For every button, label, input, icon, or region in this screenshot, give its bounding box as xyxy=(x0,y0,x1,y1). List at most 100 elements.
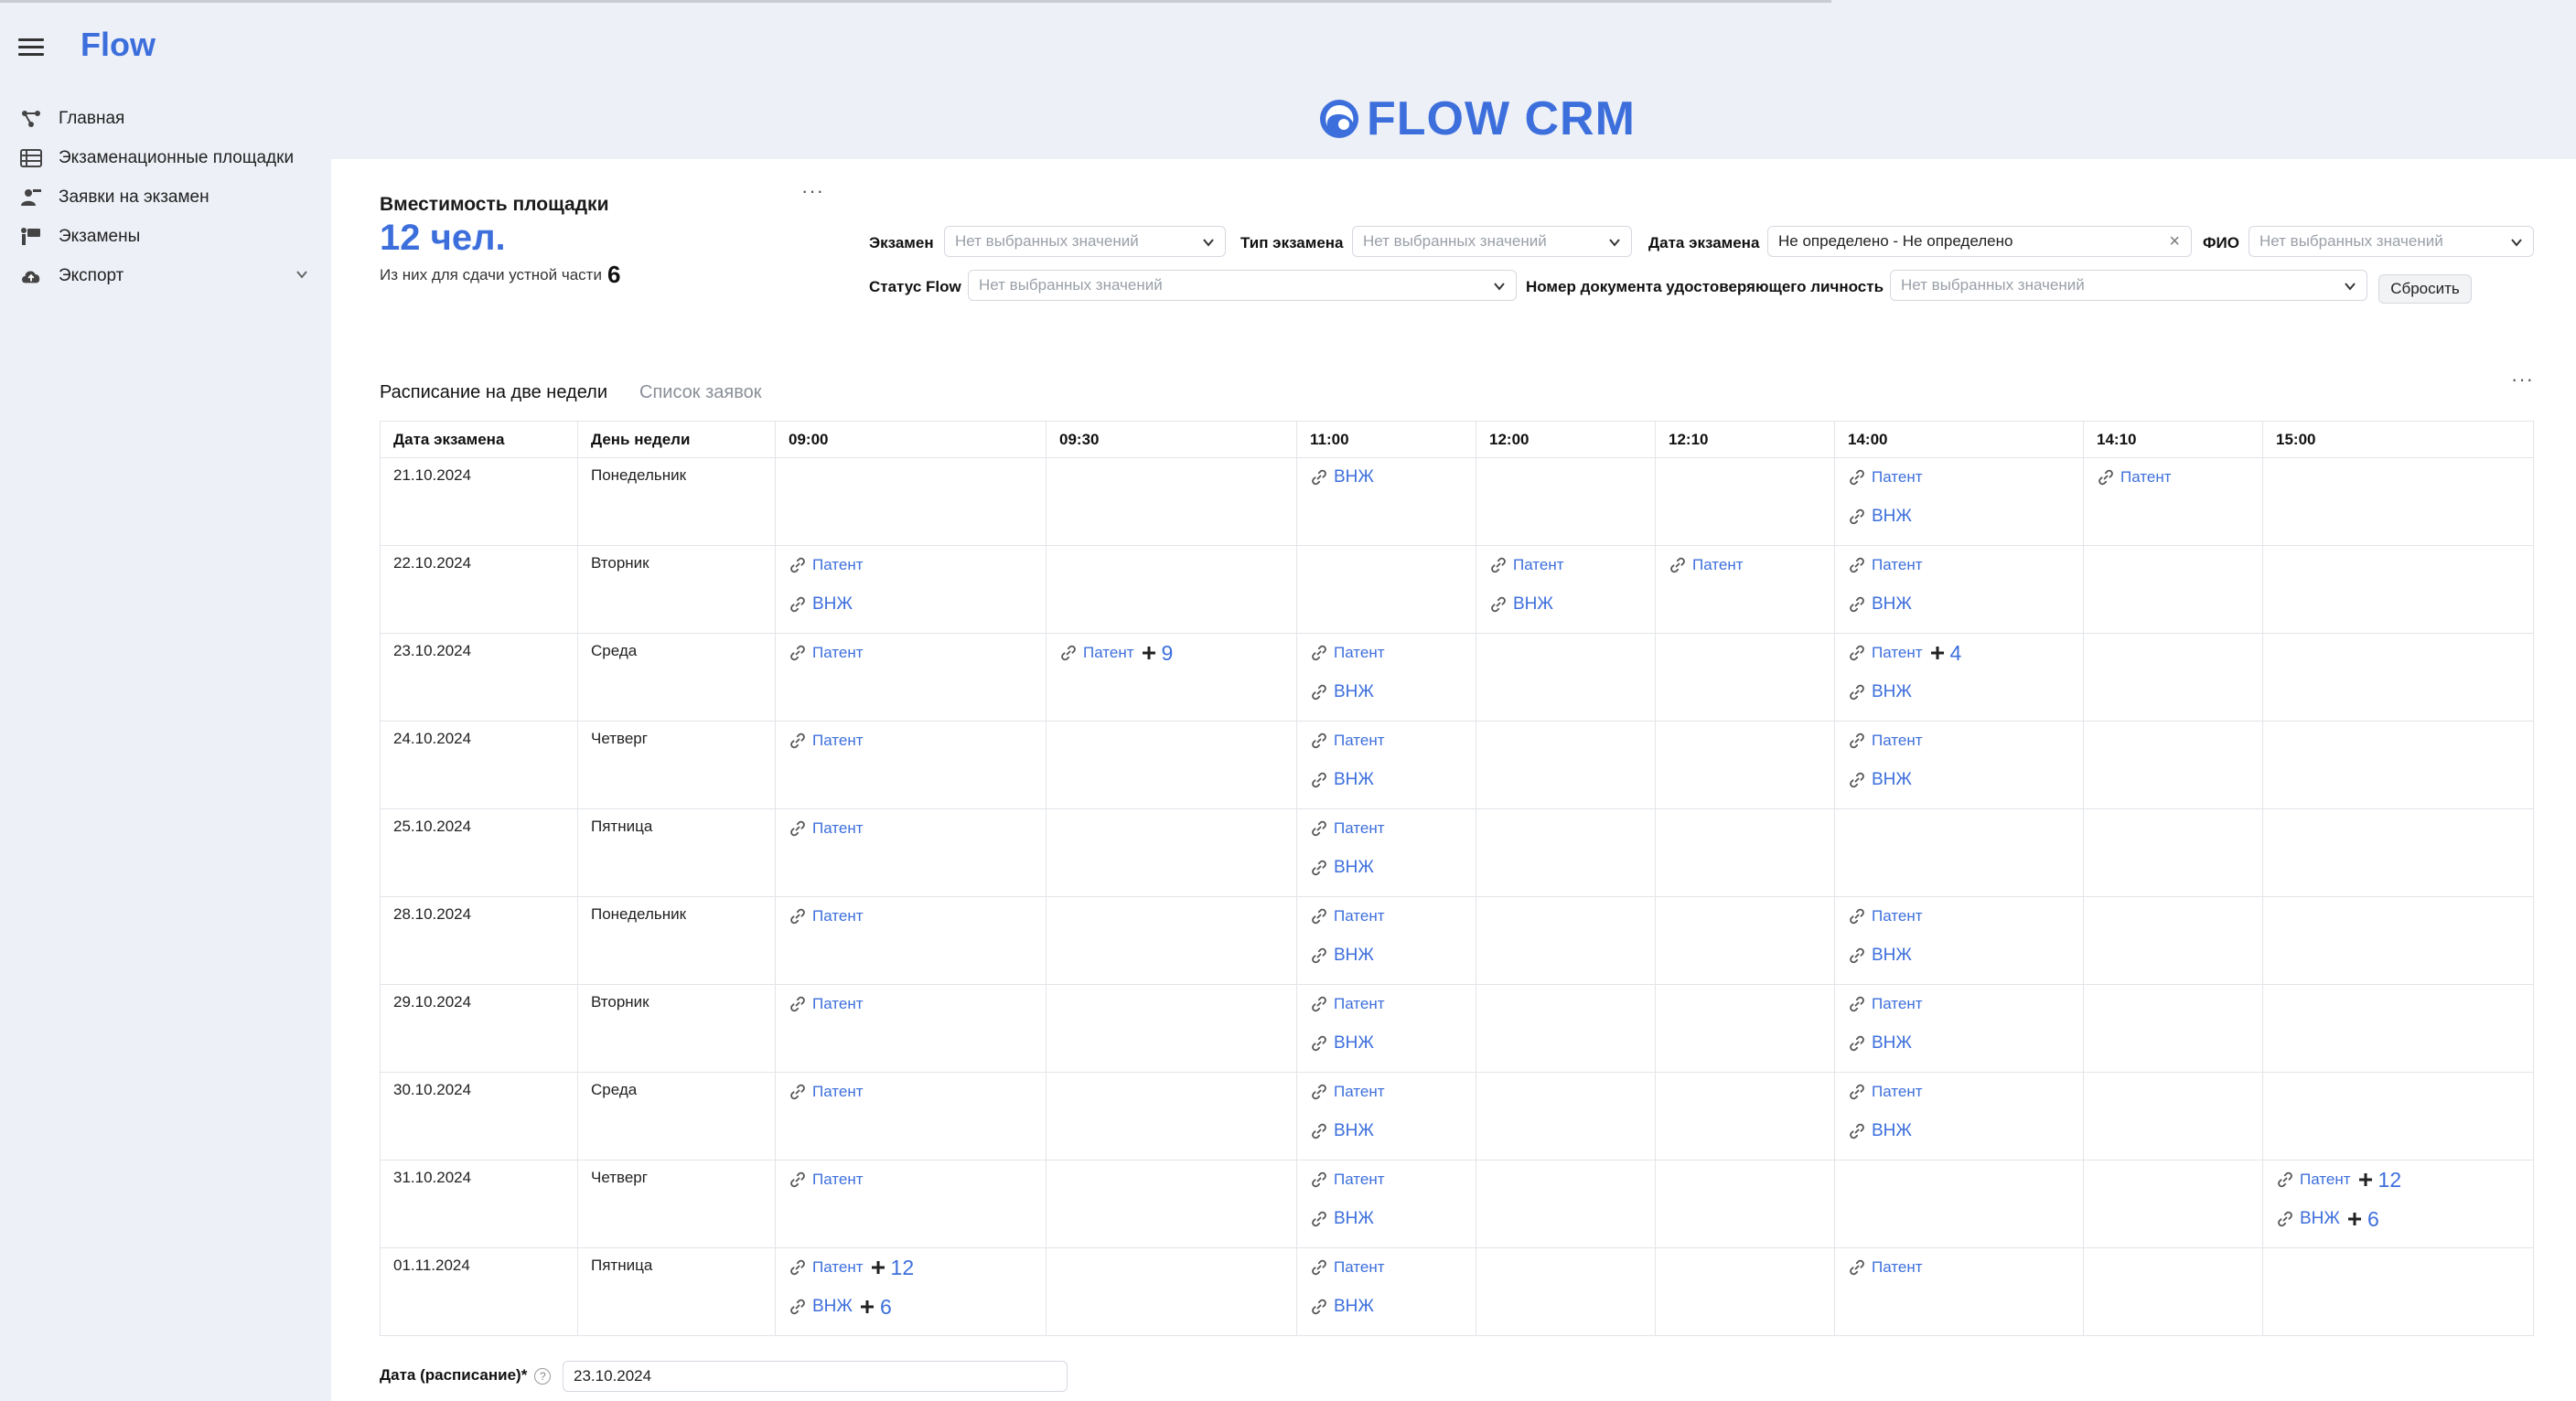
exam-slot-link[interactable]: Патент xyxy=(789,993,1033,1015)
sidebar-item-export[interactable]: Экспорт xyxy=(0,256,329,295)
flow-status-filter-select[interactable]: Нет выбранных значений xyxy=(968,270,1517,301)
table-row: 28.10.2024 Понедельник Патент Патент ВНЖ Пате… xyxy=(380,896,2534,985)
exam-slot-link[interactable]: Патент xyxy=(1310,905,1463,927)
exam-slot-link[interactable]: Патент xyxy=(789,554,1033,576)
exam-slot-link[interactable]: Патент xyxy=(1848,1081,2070,1103)
exam-slot-link[interactable]: ВНЖ xyxy=(789,594,1033,615)
exam-slot-link[interactable]: ВНЖ xyxy=(1848,681,2070,703)
exam-slot-link[interactable]: ВНЖ xyxy=(1310,1120,1463,1142)
exam-date-filter-input[interactable]: Не определено - Не определено × xyxy=(1767,226,2192,257)
exam-slot-link[interactable]: ВНЖ xyxy=(1310,945,1463,967)
link-icon xyxy=(1310,1298,1328,1316)
exam-slot-link[interactable]: ВНЖ xyxy=(1310,1032,1463,1054)
exam-slot-link[interactable]: Патент xyxy=(1310,1169,1463,1191)
exam-type-label: Патент xyxy=(812,819,864,837)
column-header: День недели xyxy=(577,421,776,458)
exam-slot-link[interactable]: Патент xyxy=(789,1169,1033,1191)
exam-type-label: Патент xyxy=(1872,1258,1923,1276)
time-slot-cell: Патент ВНЖ xyxy=(1296,808,1476,897)
exam-slot-link[interactable]: Патент xyxy=(789,730,1033,752)
exam-slot-link[interactable]: Патент xyxy=(1848,554,2070,576)
exam-slot-link[interactable]: ВНЖ xyxy=(1310,1208,1463,1230)
chevron-down-icon[interactable] xyxy=(295,267,309,286)
link-icon xyxy=(1310,1258,1328,1277)
exam-slot-link[interactable]: Патент xyxy=(1669,554,1821,576)
more-options-icon[interactable]: ··· xyxy=(2511,368,2534,391)
exam-slot-link[interactable]: ВНЖ xyxy=(1310,1296,1463,1318)
clear-icon[interactable]: × xyxy=(2169,231,2180,252)
tab-applications-list[interactable]: Список заявок xyxy=(639,382,762,403)
exam-slot-link[interactable]: ВНЖ xyxy=(1310,769,1463,791)
column-header: 12:10 xyxy=(1655,421,1835,458)
exam-slot-link[interactable]: Патент xyxy=(1848,993,2070,1015)
exam-type-filter-select[interactable]: Нет выбранных значений xyxy=(1352,226,1632,257)
exam-slot-link[interactable]: Патент xyxy=(789,1081,1033,1103)
exam-slot-link[interactable]: ВНЖ xyxy=(1848,945,2070,967)
exam-slot-link[interactable]: Патент xyxy=(1310,1257,1463,1278)
exam-slot-link[interactable]: Патент xyxy=(1848,905,2070,927)
extra-count: 6 xyxy=(860,1295,892,1320)
exam-slot-link[interactable]: Патент xyxy=(1489,554,1642,576)
sidebar-item-label: Экзаменационные площадки xyxy=(59,147,295,167)
fio-filter-select[interactable]: Нет выбранных значений xyxy=(2249,226,2534,257)
reset-filters-button[interactable]: Сбросить xyxy=(2378,274,2472,304)
exam-slot-link[interactable]: Патент xyxy=(789,905,1033,927)
exam-slot-link[interactable]: Патент xyxy=(1310,730,1463,752)
exam-slot-link[interactable]: ВНЖ xyxy=(1848,1120,2070,1142)
exam-type-label: Патент xyxy=(1334,1258,1385,1276)
exam-slot-link[interactable]: Патент xyxy=(789,818,1033,840)
exam-slot-link[interactable]: Патент xyxy=(2097,466,2249,488)
sidebar-item-home[interactable]: Главная xyxy=(0,99,329,138)
exam-slot-link[interactable]: ВНЖ xyxy=(1848,594,2070,615)
exam-slot-link[interactable]: Патент xyxy=(1310,818,1463,840)
exam-slot-link[interactable]: ВНЖ xyxy=(1310,466,1463,488)
time-slot-cell xyxy=(2262,1247,2534,1336)
extra-count-value: 4 xyxy=(1949,640,1962,665)
exam-date-cell: 30.10.2024 xyxy=(380,1072,578,1160)
time-slot-cell xyxy=(1655,721,1835,809)
menu-icon[interactable] xyxy=(18,38,44,57)
exam-slot-link[interactable]: ВНЖ xyxy=(1310,681,1463,703)
time-slot-cell xyxy=(1046,984,1297,1073)
exam-type-label: ВНЖ xyxy=(1334,1121,1374,1140)
exam-slot-link[interactable]: Патент xyxy=(1310,1081,1463,1103)
exam-slot-link[interactable]: Патент xyxy=(1310,993,1463,1015)
more-options-icon[interactable]: ··· xyxy=(801,179,824,203)
schedule-date-input[interactable]: 23.10.2024 xyxy=(563,1361,1068,1392)
exam-slot-link[interactable]: Патент 9 xyxy=(1059,641,1283,665)
exam-slot-link[interactable]: ВНЖ 6 xyxy=(2276,1207,2520,1231)
exam-slot-link[interactable]: ВНЖ xyxy=(1848,769,2070,791)
exam-slot-link[interactable]: Патент 12 xyxy=(789,1256,1033,1279)
exam-slot-link[interactable]: Патент xyxy=(1310,642,1463,664)
sidebar-item-exams[interactable]: Экзамены xyxy=(0,217,329,256)
link-icon xyxy=(1848,732,1866,750)
exam-slot-link[interactable]: Патент xyxy=(789,642,1033,664)
schedule-date-label-text: Дата (расписание)* xyxy=(380,1366,528,1384)
exam-filter-select[interactable]: Нет выбранных значений xyxy=(944,226,1226,257)
exam-date-cell: 24.10.2024 xyxy=(380,721,578,809)
exam-slot-link[interactable]: Патент xyxy=(1848,730,2070,752)
exam-slot-link[interactable]: ВНЖ 6 xyxy=(789,1295,1033,1320)
exam-type-label: Патент xyxy=(1334,732,1385,749)
exam-type-label: Патент xyxy=(812,1258,864,1276)
time-slot-cell: Патент xyxy=(1834,1247,2084,1336)
weekday-cell: Вторник xyxy=(577,984,776,1073)
exam-slot-link[interactable]: Патент 4 xyxy=(1848,640,2070,665)
exam-slot-link[interactable]: Патент xyxy=(1848,466,2070,488)
link-icon xyxy=(789,819,807,838)
table-row: 23.10.2024 Среда Патент Патент 9 Патент ВНЖ Пат… xyxy=(380,633,2534,722)
sidebar-item-exam-sites[interactable]: Экзаменационные площадки xyxy=(0,138,329,177)
exam-slot-link[interactable]: ВНЖ xyxy=(1489,594,1642,615)
exam-slot-link[interactable]: Патент 12 xyxy=(2276,1168,2520,1192)
time-slot-cell: Патент ВНЖ xyxy=(775,545,1046,634)
tab-two-week-schedule[interactable]: Расписание на две недели xyxy=(380,382,607,403)
exam-slot-link[interactable]: ВНЖ xyxy=(1848,1032,2070,1054)
help-icon[interactable]: ? xyxy=(534,1367,552,1385)
sidebar-item-applications[interactable]: Заявки на экзамен xyxy=(0,177,329,217)
time-slot-cell xyxy=(1476,808,1656,897)
exam-slot-link[interactable]: ВНЖ xyxy=(1310,857,1463,879)
id-document-filter-select[interactable]: Нет выбранных значений xyxy=(1890,270,2367,301)
schedule-date-row: Дата (расписание)*? 23.10.2024 xyxy=(361,1350,1086,1401)
exam-slot-link[interactable]: ВНЖ xyxy=(1848,506,2070,528)
exam-slot-link[interactable]: Патент xyxy=(1848,1257,2070,1278)
